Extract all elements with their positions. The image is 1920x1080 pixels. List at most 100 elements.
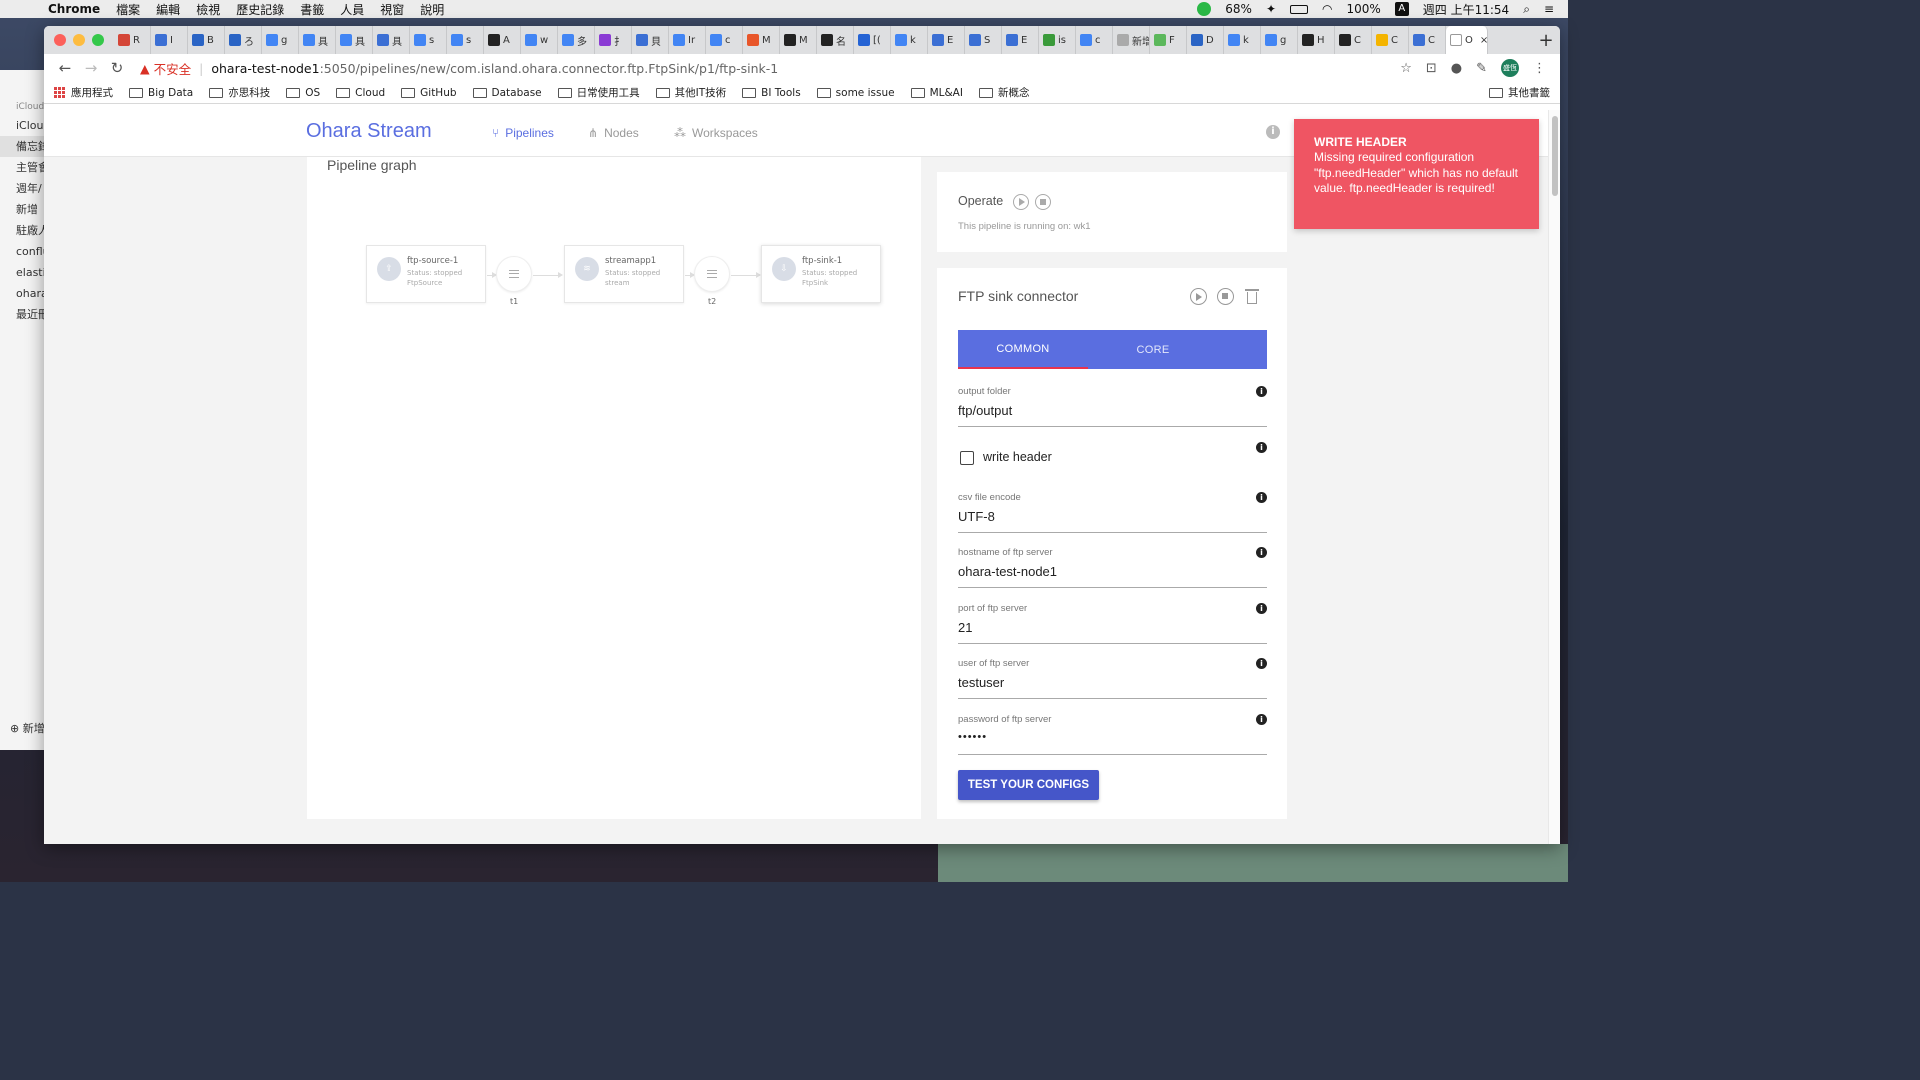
page-scrollbar[interactable] [1548, 110, 1560, 844]
browser-tab[interactable]: ろ [225, 26, 262, 54]
menubar-item[interactable]: 說明 [420, 1, 444, 18]
not-secure-label[interactable]: 不安全 [154, 59, 192, 78]
stop-connector-icon[interactable] [1217, 288, 1234, 305]
checkbox-label[interactable]: write header [983, 450, 1052, 464]
wifi-icon[interactable]: ◠ [1322, 2, 1332, 16]
close-window-button[interactable] [54, 34, 66, 46]
browser-tab[interactable]: g [1261, 26, 1298, 54]
info-icon[interactable]: i [1256, 386, 1267, 397]
forward-icon[interactable]: → [78, 59, 104, 77]
info-icon[interactable]: i [1256, 492, 1267, 503]
bookmark-folder[interactable]: 新概念 [978, 85, 1029, 100]
address-bar[interactable]: ▲ 不安全 | ohara-test-node1:5050/pipelines/… [140, 56, 1400, 80]
browser-tab[interactable]: w [521, 26, 558, 54]
menubar-item[interactable]: 檢視 [196, 1, 220, 18]
bookmark-folder[interactable]: Big Data [129, 87, 193, 99]
menubar-item[interactable]: 檔案 [116, 1, 140, 18]
ftp-password-input[interactable]: •••••• [958, 729, 1267, 755]
bookmark-star-icon[interactable]: ☆ [1400, 61, 1412, 76]
browser-tab[interactable]: c [1076, 26, 1113, 54]
graph-topic-t2[interactable] [694, 256, 730, 292]
browser-tab[interactable]: A [484, 26, 521, 54]
menubar-item[interactable]: 歷史記錄 [236, 1, 284, 18]
nav-workspaces[interactable]: ⁂ Workspaces [674, 126, 758, 140]
line-icon[interactable] [1197, 2, 1212, 16]
browser-tab[interactable]: E [928, 26, 965, 54]
browser-tab[interactable]: s [410, 26, 447, 54]
browser-tab[interactable]: M [780, 26, 817, 54]
info-icon[interactable]: i [1266, 125, 1280, 139]
graph-topic-t1[interactable] [496, 256, 532, 292]
info-icon[interactable]: i [1256, 547, 1267, 558]
browser-tab[interactable]: Ir [669, 26, 706, 54]
info-icon[interactable]: i [1256, 603, 1267, 614]
browser-tab[interactable]: I [151, 26, 188, 54]
test-configs-button[interactable]: TEST YOUR CONFIGS [958, 770, 1099, 800]
browser-tab[interactable]: 具 [299, 26, 336, 54]
csv-encode-input[interactable]: UTF-8 [958, 507, 1267, 533]
bookmark-folder[interactable]: Database [472, 87, 542, 99]
browser-tab[interactable]: D [1187, 26, 1224, 54]
browser-tab[interactable]: M [743, 26, 780, 54]
browser-tab[interactable]: C [1409, 26, 1446, 54]
browser-tab[interactable]: F [1150, 26, 1187, 54]
browser-tab[interactable]: C [1335, 26, 1372, 54]
browser-tab[interactable]: k [1224, 26, 1261, 54]
battery-percent[interactable]: 68% [1225, 2, 1252, 16]
profile-avatar[interactable]: 盛恆 [1501, 59, 1519, 77]
zoom-window-button[interactable] [92, 34, 104, 46]
extension-icon[interactable]: ● [1451, 61, 1462, 76]
bookmark-folder[interactable]: ML&AI [910, 87, 963, 99]
menubar-item[interactable]: 人員 [340, 1, 364, 18]
browser-tab[interactable]: R [114, 26, 151, 54]
back-icon[interactable]: ← [52, 59, 78, 77]
notification-center-icon[interactable]: ≡ [1544, 2, 1554, 16]
extension-icon[interactable]: ⊡ [1426, 61, 1437, 76]
browser-tab[interactable]: 具 [336, 26, 373, 54]
browser-tab[interactable]: g [262, 26, 299, 54]
ftp-port-input[interactable]: 21 [958, 618, 1267, 644]
browser-tab[interactable]: O × [1446, 26, 1488, 54]
chrome-menu-icon[interactable]: ⋮ [1533, 61, 1546, 76]
bookmark-apps[interactable]: 應用程式 [54, 85, 113, 100]
write-header-checkbox[interactable] [960, 451, 974, 465]
scrollbar-thumb[interactable] [1552, 116, 1558, 196]
output-folder-input[interactable]: ftp/output [958, 401, 1267, 427]
nav-pipelines[interactable]: ⑂ Pipelines [492, 126, 554, 140]
info-icon[interactable]: i [1256, 658, 1267, 669]
browser-tab[interactable]: 貝 [632, 26, 669, 54]
delete-connector-icon[interactable] [1245, 288, 1259, 305]
battery-percent-main[interactable]: 100% [1346, 2, 1380, 16]
bookmark-folder[interactable]: 亦思科技 [209, 85, 270, 100]
info-icon[interactable]: i [1256, 442, 1267, 453]
browser-tab[interactable]: s [447, 26, 484, 54]
start-connector-icon[interactable] [1190, 288, 1207, 305]
tab-core[interactable]: CORE [1088, 330, 1218, 369]
browser-tab[interactable]: 名 [817, 26, 854, 54]
nav-nodes[interactable]: ⋔ Nodes [588, 126, 639, 140]
menubar-app-name[interactable]: Chrome [48, 2, 100, 16]
graph-node-sink[interactable]: ⇩ ftp-sink-1 Status: stopped FtpSink [761, 245, 881, 303]
browser-tab[interactable]: 扌 [595, 26, 632, 54]
browser-tab[interactable]: E [1002, 26, 1039, 54]
menubar-item[interactable]: 編輯 [156, 1, 180, 18]
browser-tab[interactable]: 新增 [1113, 26, 1150, 54]
input-source-icon[interactable]: A [1394, 2, 1409, 16]
browser-tab[interactable]: S [965, 26, 1002, 54]
new-tab-button[interactable]: + [1532, 30, 1560, 51]
app-brand[interactable]: Ohara Stream [306, 120, 432, 143]
bookmark-folder[interactable]: GitHub [401, 87, 457, 99]
battery-icon[interactable] [1290, 4, 1308, 14]
menubar-item[interactable]: 書籤 [300, 1, 324, 18]
bookmark-folder[interactable]: some issue [816, 87, 895, 99]
bookmark-other[interactable]: 其他書籤 [1489, 85, 1550, 100]
bookmark-folder[interactable]: Cloud [336, 87, 385, 99]
bookmark-folder[interactable]: 其他IT技術 [655, 85, 726, 100]
start-pipeline-icon[interactable] [1013, 194, 1029, 210]
graph-node-source[interactable]: ⇪ ftp-source-1 Status: stopped FtpSource [366, 245, 486, 303]
bookmark-folder[interactable]: BI Tools [742, 87, 801, 99]
info-icon[interactable]: i [1256, 714, 1267, 725]
error-toast[interactable]: WRITE HEADER Missing required configurat… [1294, 119, 1539, 229]
ftp-user-input[interactable]: testuser [958, 673, 1267, 699]
browser-tab[interactable]: [( [854, 26, 891, 54]
